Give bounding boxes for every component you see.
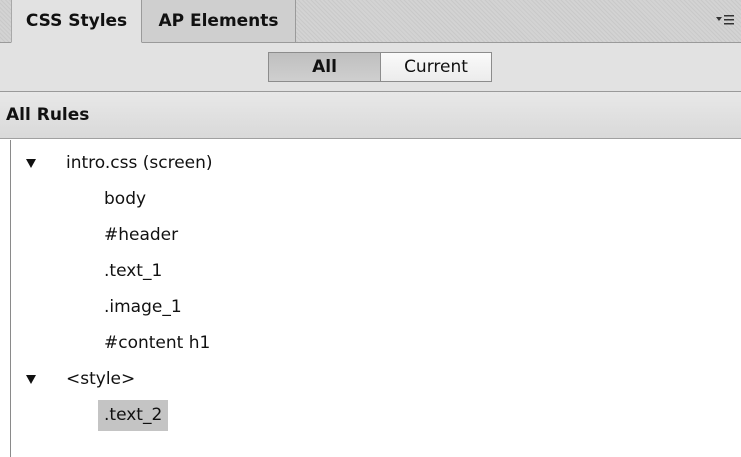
tree-group-style[interactable]: <style> — [0, 362, 741, 397]
view-toggle-row: All Current — [0, 43, 741, 92]
all-button[interactable]: All — [268, 52, 380, 82]
current-button[interactable]: Current — [380, 52, 492, 82]
triangle-down-icon[interactable] — [26, 375, 36, 384]
tree-group-intro-css[interactable]: intro.css (screen) — [0, 146, 741, 181]
panel-menu-icon[interactable] — [715, 12, 735, 28]
tab-css-styles[interactable]: CSS Styles — [11, 0, 142, 43]
rule-label: #header — [104, 225, 179, 245]
panel-tab-bar: CSS Styles AP Elements — [0, 0, 741, 43]
tab-ap-elements[interactable]: AP Elements — [142, 0, 296, 42]
rules-tree[interactable]: intro.css (screen) body #header .text_1 … — [0, 140, 741, 457]
rule-label: #content h1 — [104, 333, 211, 353]
all-rules-header: All Rules — [0, 92, 741, 139]
rule-label: .text_1 — [104, 261, 163, 281]
css-styles-panel: CSS Styles AP Elements All Current All R… — [0, 0, 741, 457]
tree-divider — [10, 140, 11, 457]
group-label: intro.css (screen) — [66, 153, 213, 173]
triangle-down-icon[interactable] — [26, 159, 36, 168]
rule-label: body — [104, 189, 147, 209]
group-label: <style> — [66, 369, 136, 389]
rule-label: .image_1 — [104, 297, 182, 317]
rule-label: .text_2 — [98, 400, 169, 431]
